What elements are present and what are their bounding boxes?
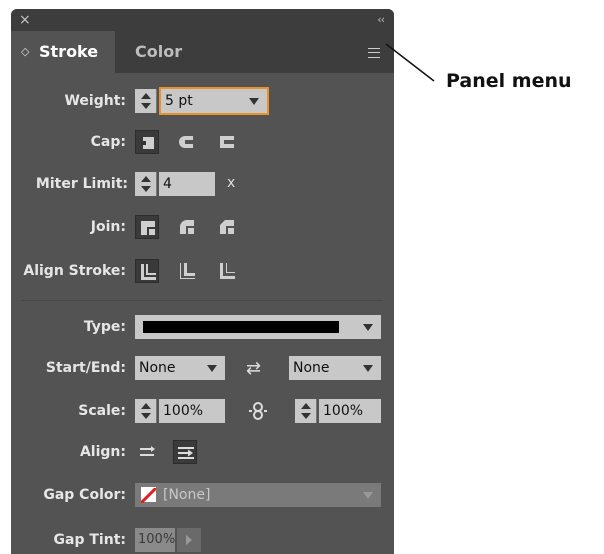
align-inside-stroke-button[interactable] [175,259,199,283]
align-outside-stroke-button[interactable] [215,259,239,283]
miter-limit-stepper[interactable] [135,172,157,196]
weight-stepper[interactable] [135,89,157,113]
gap-tint-input[interactable]: 100% [135,528,175,552]
start-scale-input[interactable]: 100% [159,399,225,423]
stroke-type-select[interactable] [135,315,355,339]
arrow-extend-button[interactable] [135,440,159,464]
align-center-stroke-icon [141,264,156,280]
gap-color-dropdown[interactable] [355,483,381,507]
gap-color-select[interactable]: [None] [135,483,355,507]
play-arrow-icon [186,535,192,545]
stroke-type-dropdown[interactable] [355,315,381,339]
cap-label: Cap: [90,134,126,150]
round-cap-button[interactable] [175,130,199,154]
start-scale-stepper[interactable] [135,399,157,423]
tab-stroke-label: Stroke [39,42,99,61]
end-scale-input[interactable]: 100% [319,399,381,423]
butt-cap-icon [141,137,154,149]
weight-dropdown[interactable] [241,89,267,113]
close-icon[interactable]: × [19,10,31,30]
panel-menu-callout: Panel menu [446,70,572,92]
arrow-inside-icon [178,447,194,459]
end-arrowhead-dropdown[interactable] [355,356,381,380]
arrow-inside-button[interactable] [173,440,197,464]
round-join-icon [180,220,194,234]
weight-label: Weight: [64,93,126,109]
link-scale-icon[interactable] [247,399,269,427]
stroke-panel: × ‹‹ ◇ Stroke Color Weight: 5 pt Cap: Mi… [11,9,394,554]
updown-icon: ◇ [21,45,30,58]
tab-bar: ◇ Stroke Color [11,31,394,73]
miter-join-icon [141,221,155,235]
gap-color-value: [None] [163,487,211,503]
miter-join-button[interactable] [135,215,159,239]
callout-line [385,43,435,82]
butt-cap-button[interactable] [135,130,159,154]
swap-arrows-icon[interactable]: ⇄ [246,358,261,379]
align-stroke-label: Align Stroke: [23,263,126,279]
panel-menu-icon[interactable] [368,48,380,58]
type-label: Type: [83,319,126,335]
scale-label: Scale: [78,403,126,419]
align-label: Align: [79,444,126,460]
gap-color-label: Gap Color: [43,487,126,503]
gap-tint-slider-button[interactable] [177,528,201,552]
bevel-join-icon [220,220,234,234]
round-join-button[interactable] [175,215,199,239]
tab-stroke[interactable]: ◇ Stroke [11,31,115,73]
panel-title-bar: × ‹‹ [11,9,394,31]
weight-input[interactable]: 5 pt [161,89,241,113]
join-label: Join: [90,219,126,235]
collapse-icon[interactable]: ‹‹ [377,11,385,29]
tab-color[interactable]: Color [135,31,182,73]
align-outside-stroke-icon [220,263,235,279]
align-inside-stroke-icon [180,263,195,279]
stroke-type-swatch [143,321,339,333]
start-arrowhead-select[interactable]: None [135,356,199,380]
arrow-extend-icon [140,446,155,456]
section-divider [21,300,383,301]
miter-limit-suffix: x [227,175,236,191]
bevel-join-button[interactable] [215,215,239,239]
align-center-stroke-button[interactable] [135,259,159,283]
round-cap-icon [179,136,193,148]
start-arrowhead-dropdown[interactable] [199,356,225,380]
miter-limit-input[interactable]: 4 [159,172,215,196]
end-arrowhead-select[interactable]: None [289,356,355,380]
end-scale-stepper[interactable] [295,399,317,423]
start-end-label: Start/End: [45,360,126,376]
projecting-cap-icon [220,136,234,148]
gap-tint-label: Gap Tint: [53,532,126,548]
projecting-cap-button[interactable] [215,130,239,154]
none-swatch-icon [139,486,158,505]
miter-limit-label: Miter Limit: [35,176,128,192]
